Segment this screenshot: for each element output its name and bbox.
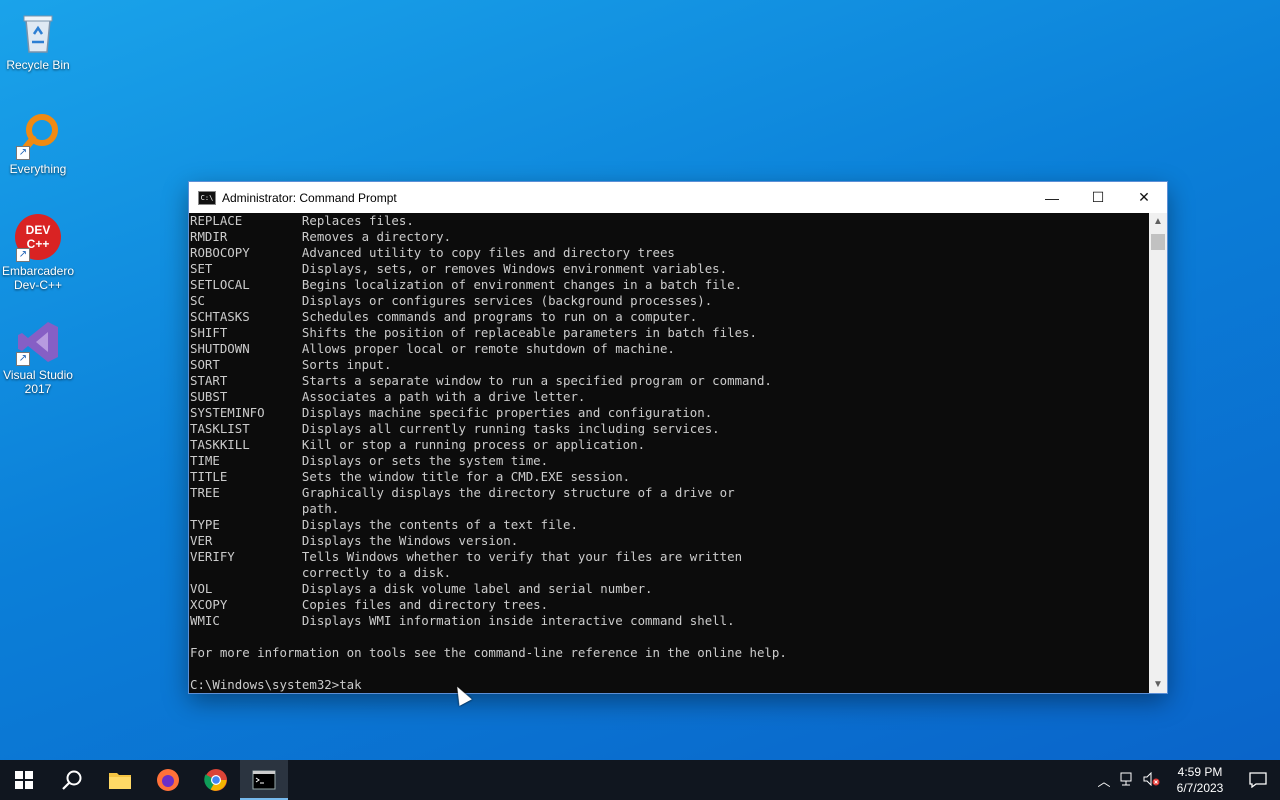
chrome-button[interactable] <box>192 760 240 800</box>
console-line: C:\Windows\system32>tak <box>190 677 362 692</box>
console-text: REPLACE Replaces files. RMDIR Removes a d… <box>189 213 1149 693</box>
console-line: path. <box>190 501 340 516</box>
console-line: correctly to a disk. <box>190 565 452 580</box>
firefox-button[interactable] <box>144 760 192 800</box>
console-line: TASKKILL Kill or stop a running process … <box>190 437 646 452</box>
console-line: START Starts a separate window to run a … <box>190 373 772 388</box>
console-line: VOL Displays a disk volume label and ser… <box>190 581 653 596</box>
scrollbar-thumb[interactable] <box>1151 234 1165 250</box>
scroll-down-arrow-icon[interactable]: ▼ <box>1149 676 1167 693</box>
console-line: WMIC Displays WMI information inside int… <box>190 613 735 628</box>
chrome-icon <box>204 769 227 791</box>
console-line: SC Displays or configures services (back… <box>190 293 713 308</box>
console-line: REPLACE Replaces files. <box>190 213 414 228</box>
console-line: TITLE Sets the window title for a CMD.EX… <box>190 469 631 484</box>
console-line: SCHTASKS Schedules commands and programs… <box>190 309 698 324</box>
shortcut-arrow-icon: ↗ <box>16 352 30 366</box>
visual-studio-icon: ↗ <box>14 318 62 366</box>
windows-logo-icon <box>15 771 33 789</box>
taskbar: ︿ 4:59 PM 6/7/2023 <box>0 760 1280 800</box>
desktop-icon-visual-studio[interactable]: ↗ Visual Studio 2017 <box>0 318 76 396</box>
cmd-icon <box>252 770 276 790</box>
console-line: TIME Displays or sets the system time. <box>190 453 549 468</box>
folder-icon <box>109 773 131 789</box>
clock-time: 4:59 PM <box>1177 765 1223 779</box>
desktop-icon-devcpp[interactable]: DEV C++ ↗ Embarcadero Dev-C++ <box>0 214 76 292</box>
window-title: Administrator: Command Prompt <box>222 190 397 205</box>
console-line: SYSTEMINFO Displays machine specific pro… <box>190 405 713 420</box>
console-line: TYPE Displays the contents of a text fil… <box>190 517 578 532</box>
action-center-button[interactable] <box>1236 772 1280 788</box>
clock-date: 6/7/2023 <box>1176 781 1224 795</box>
cmd-app-icon: C:\ <box>198 190 216 205</box>
scroll-up-arrow-icon[interactable]: ▲ <box>1149 213 1167 230</box>
console-line: SETLOCAL Begins localization of environm… <box>190 277 743 292</box>
shortcut-arrow-icon: ↗ <box>16 146 30 160</box>
magnifier-icon: ↗ <box>14 112 62 160</box>
file-explorer-button[interactable] <box>96 760 144 800</box>
desktop-icon-label: Embarcadero Dev-C++ <box>1 264 75 292</box>
command-prompt-taskbar-button[interactable] <box>240 760 288 800</box>
console-line: TREE Graphically displays the directory … <box>190 485 735 500</box>
console-line: VERIFY Tells Windows whether to verify t… <box>190 549 743 564</box>
minimize-button[interactable]: — <box>1029 182 1075 213</box>
title-bar[interactable]: C:\ Administrator: Command Prompt — ☐ ✕ <box>189 182 1167 213</box>
desktop-icon-everything[interactable]: ↗ Everything <box>0 112 76 176</box>
start-button[interactable] <box>0 760 48 800</box>
console-line: RMDIR Removes a directory. <box>190 229 452 244</box>
console-line: ROBOCOPY Advanced utility to copy files … <box>190 245 675 260</box>
desktop-icon-recycle-bin[interactable]: Recycle Bin <box>0 8 76 72</box>
console-line: SUBST Associates a path with a drive let… <box>190 389 586 404</box>
search-icon <box>62 770 82 790</box>
console-output[interactable]: REPLACE Replaces files. RMDIR Removes a d… <box>189 213 1149 693</box>
system-tray: ︿ 4:59 PM 6/7/2023 <box>1092 760 1280 800</box>
desktop-icon-label: Visual Studio 2017 <box>3 368 73 396</box>
chevron-up-icon[interactable]: ︿ <box>1092 771 1116 790</box>
console-line: SHIFT Shifts the position of replaceable… <box>190 325 757 340</box>
close-button[interactable]: ✕ <box>1121 182 1167 213</box>
console-line: VER Displays the Windows version. <box>190 533 519 548</box>
console-line: SHUTDOWN Allows proper local or remote s… <box>190 341 675 356</box>
devcpp-logo-icon: DEV C++ ↗ <box>14 214 62 262</box>
maximize-button[interactable]: ☐ <box>1075 182 1121 213</box>
firefox-icon <box>157 769 179 791</box>
recycle-bin-icon <box>14 8 62 56</box>
notification-icon <box>1249 772 1267 788</box>
console-line: SORT Sorts input. <box>190 357 392 372</box>
volume-muted-icon[interactable] <box>1140 771 1164 789</box>
desktop-icon-label: Recycle Bin <box>6 58 70 72</box>
command-prompt-window[interactable]: C:\ Administrator: Command Prompt — ☐ ✕ … <box>189 182 1167 693</box>
desktop-icon-label: Everything <box>9 162 67 176</box>
console-line: XCOPY Copies files and directory trees. <box>190 597 549 612</box>
console-line: For more information on tools see the co… <box>190 645 787 660</box>
console-line: TASKLIST Displays all currently running … <box>190 421 720 436</box>
shortcut-arrow-icon: ↗ <box>16 248 30 262</box>
search-button[interactable] <box>48 760 96 800</box>
vertical-scrollbar[interactable]: ▲ ▼ <box>1149 213 1167 693</box>
clock[interactable]: 4:59 PM 6/7/2023 <box>1164 764 1236 796</box>
console-line: SET Displays, sets, or removes Windows e… <box>190 261 728 276</box>
network-icon[interactable] <box>1116 772 1140 789</box>
